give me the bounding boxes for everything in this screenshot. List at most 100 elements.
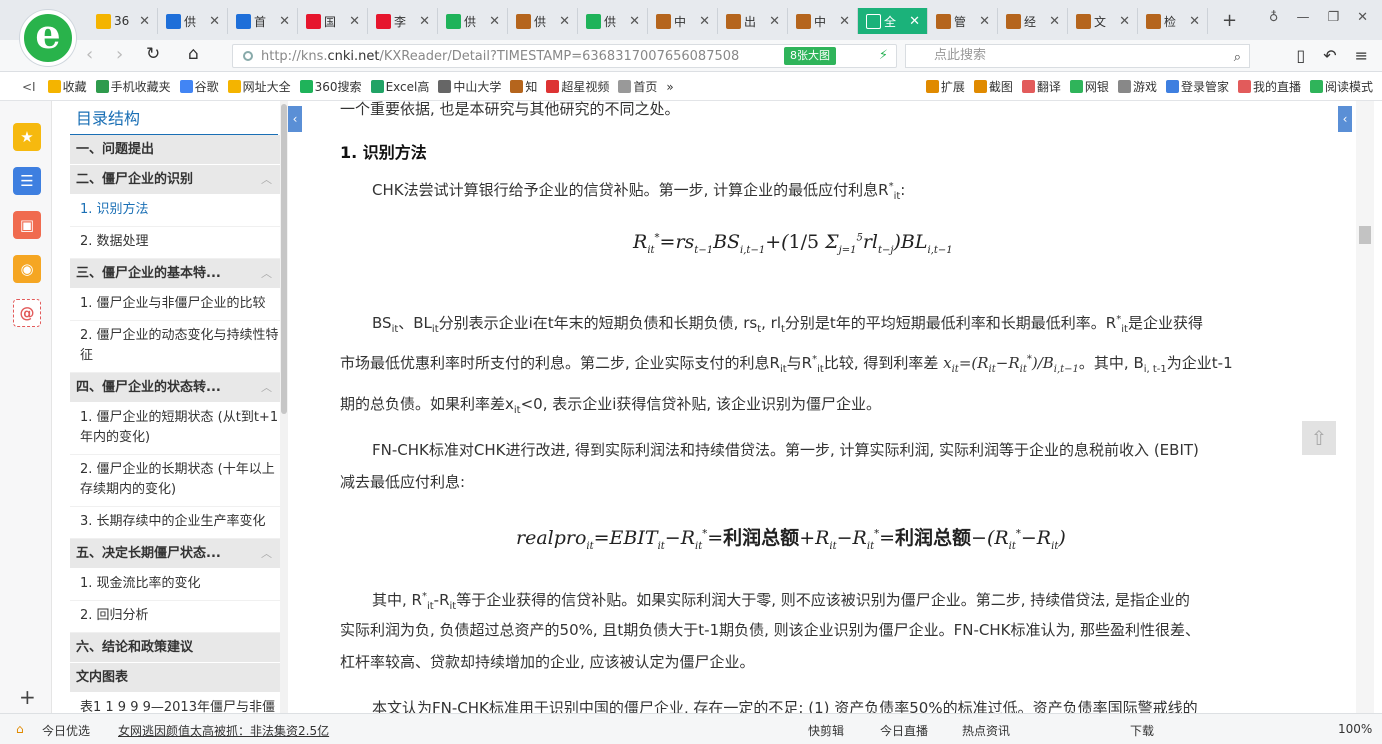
bookmark-item[interactable]: 阅读模式 bbox=[1309, 78, 1373, 95]
tab[interactable]: 供 ✕ bbox=[158, 8, 228, 34]
tab[interactable]: 中 ✕ bbox=[788, 8, 858, 34]
new-tab-button[interactable]: + bbox=[1222, 10, 1237, 31]
status-quick-edit[interactable]: 快剪辑 bbox=[808, 722, 844, 739]
tab[interactable]: 出 ✕ bbox=[718, 8, 788, 34]
tab[interactable]: 36 ✕ bbox=[88, 8, 158, 34]
tab[interactable]: 检 ✕ bbox=[1138, 8, 1208, 34]
toc-section[interactable]: 三、僵尸企业的基本特... ︿ bbox=[70, 259, 280, 289]
tab-close-icon[interactable]: ✕ bbox=[279, 14, 290, 29]
tab[interactable]: 供 ✕ bbox=[438, 8, 508, 34]
toc-item[interactable]: 2. 数据处理 bbox=[70, 227, 280, 259]
tab-close-icon[interactable]: ✕ bbox=[979, 14, 990, 29]
url-bar[interactable]: http://kns. cnki.net/KXReader/Detail?TIME… bbox=[232, 44, 897, 68]
big-images-button[interactable]: 8张大图 bbox=[784, 47, 836, 65]
close-window-button[interactable]: ✕ bbox=[1357, 10, 1368, 25]
status-hot-news[interactable]: 热点资讯 bbox=[962, 722, 1010, 739]
content-scroll-thumb[interactable] bbox=[1359, 226, 1371, 244]
restore-button[interactable]: ❐ bbox=[1327, 10, 1339, 25]
toc-item[interactable]: 1. 僵尸企业的短期状态 (从t到t+1年内的变化) bbox=[70, 403, 280, 455]
tab-close-icon[interactable]: ✕ bbox=[909, 14, 920, 29]
tab-close-icon[interactable]: ✕ bbox=[1049, 14, 1060, 29]
sidebar-toggle-icon[interactable]: <I bbox=[22, 80, 36, 94]
forward-icon[interactable]: › bbox=[116, 44, 123, 65]
toc-item[interactable]: 2. 回归分析 bbox=[70, 601, 280, 633]
undo-icon[interactable]: ↶ bbox=[1323, 46, 1336, 65]
toc-item[interactable]: 1. 现金流比率的变化 bbox=[70, 569, 280, 601]
toc-item[interactable]: 表1 1 9 9 9—2013年僵尸与非僵尸企业的比较 (均值) bbox=[70, 693, 280, 713]
search-input[interactable]: 点此搜索 ⌕ bbox=[905, 44, 1250, 68]
tab[interactable]: 中 ✕ bbox=[648, 8, 718, 34]
home-icon[interactable]: ⌂ bbox=[188, 44, 199, 64]
skin-icon[interactable]: ♁ bbox=[1269, 10, 1279, 25]
bookmark-item[interactable]: 截图 bbox=[973, 78, 1013, 95]
browser-logo[interactable]: e bbox=[20, 10, 76, 66]
content-scrollbar[interactable] bbox=[1356, 101, 1374, 713]
toc-section[interactable]: 文内图表 bbox=[70, 663, 280, 693]
game-icon[interactable]: ▣ bbox=[13, 211, 41, 239]
menu-icon[interactable]: ≡ bbox=[1355, 46, 1368, 65]
tab-close-icon[interactable]: ✕ bbox=[489, 14, 500, 29]
tab-close-icon[interactable]: ✕ bbox=[1189, 14, 1200, 29]
tab-close-icon[interactable]: ✕ bbox=[419, 14, 430, 29]
back-to-top-button[interactable]: ⇧ bbox=[1302, 421, 1336, 455]
toc-item[interactable]: 1. 识别方法 bbox=[70, 195, 280, 227]
bookmark-item[interactable]: 中山大学 bbox=[438, 78, 501, 95]
search-icon[interactable]: ⌕ bbox=[1234, 47, 1241, 69]
tab-close-icon[interactable]: ✕ bbox=[209, 14, 220, 29]
right-panel-button[interactable]: ‹ bbox=[1338, 106, 1352, 132]
status-today-picks[interactable]: 今日优选 bbox=[42, 722, 90, 739]
back-icon[interactable]: ‹ bbox=[86, 44, 93, 65]
bookmark-item[interactable]: 知 bbox=[510, 78, 537, 95]
bookmark-item[interactable]: 网银 bbox=[1069, 78, 1109, 95]
toc-item[interactable]: 2. 僵尸企业的长期状态 (十年以上存续期内的变化) bbox=[70, 455, 280, 507]
chevron-up-icon[interactable]: ︿ bbox=[261, 165, 272, 195]
bookmark-item[interactable]: 翻译 bbox=[1021, 78, 1061, 95]
tab-close-icon[interactable]: ✕ bbox=[349, 14, 360, 29]
bookmark-item[interactable]: 收藏 bbox=[47, 78, 87, 95]
tab[interactable]: 文 ✕ bbox=[1068, 8, 1138, 34]
favorites-icon[interactable]: ★ bbox=[13, 123, 41, 151]
bookmark-item[interactable]: 登录管家 bbox=[1165, 78, 1229, 95]
speed-icon[interactable]: ⚡ bbox=[879, 48, 888, 63]
tab[interactable]: 管 ✕ bbox=[928, 8, 998, 34]
status-news-link[interactable]: 女网逃因颜值太高被抓：非法集资2.5亿 bbox=[118, 722, 329, 739]
chevron-up-icon[interactable]: ︿ bbox=[261, 259, 272, 289]
bookmark-item[interactable]: 网址大全 bbox=[227, 78, 291, 95]
mail-icon[interactable]: @ bbox=[13, 299, 41, 327]
reload-icon[interactable]: ↻ bbox=[146, 44, 160, 64]
bookmark-item[interactable]: Excel高 bbox=[370, 78, 429, 95]
status-live[interactable]: 今日直播 bbox=[880, 722, 928, 739]
toc-section[interactable]: 六、结论和政策建议 bbox=[70, 633, 280, 663]
tab-close-icon[interactable]: ✕ bbox=[699, 14, 710, 29]
toc-item[interactable]: 2. 僵尸企业的动态变化与持续性特征 bbox=[70, 321, 280, 373]
tab[interactable]: 首 ✕ bbox=[228, 8, 298, 34]
bookmark-item[interactable]: 首页 bbox=[618, 78, 657, 95]
bookmark-item[interactable]: 360搜索 bbox=[299, 78, 362, 95]
toc-item[interactable]: 1. 僵尸企业与非僵尸企业的比较 bbox=[70, 289, 280, 321]
bookmark-item[interactable]: 游戏 bbox=[1117, 78, 1157, 95]
bookmark-item[interactable]: » bbox=[666, 80, 673, 94]
tab-close-icon[interactable]: ✕ bbox=[839, 14, 850, 29]
zoom-level[interactable]: 100% bbox=[1338, 722, 1372, 736]
toc-item[interactable]: 3. 长期存续中的企业生产率变化 bbox=[70, 507, 280, 539]
tab-close-icon[interactable]: ✕ bbox=[559, 14, 570, 29]
toc-section[interactable]: 五、决定长期僵尸状态... ︿ bbox=[70, 539, 280, 569]
tab-close-icon[interactable]: ✕ bbox=[1119, 14, 1130, 29]
add-icon[interactable]: + bbox=[19, 685, 36, 709]
toc-scroll-thumb[interactable] bbox=[281, 104, 287, 414]
toc-section[interactable]: 一、问题提出 bbox=[70, 135, 280, 165]
chevron-up-icon[interactable]: ︿ bbox=[261, 373, 272, 403]
tab[interactable]: 李 ✕ bbox=[368, 8, 438, 34]
tab[interactable]: 全 ✕ bbox=[858, 8, 928, 34]
tab[interactable]: 国 ✕ bbox=[298, 8, 368, 34]
bookmark-item[interactable]: 手机收藏夹 bbox=[95, 78, 171, 95]
bookmark-item[interactable]: 扩展 bbox=[925, 78, 965, 95]
tab[interactable]: 供 ✕ bbox=[578, 8, 648, 34]
bookmark-item[interactable]: 谷歌 bbox=[179, 78, 219, 95]
tab-close-icon[interactable]: ✕ bbox=[629, 14, 640, 29]
tab[interactable]: 经 ✕ bbox=[998, 8, 1068, 34]
toc-collapse-button[interactable]: ‹ bbox=[288, 106, 302, 132]
weibo-icon[interactable]: ◉ bbox=[13, 255, 41, 283]
tab-close-icon[interactable]: ✕ bbox=[139, 14, 150, 29]
toc-section[interactable]: 二、僵尸企业的识别 ︿ bbox=[70, 165, 280, 195]
